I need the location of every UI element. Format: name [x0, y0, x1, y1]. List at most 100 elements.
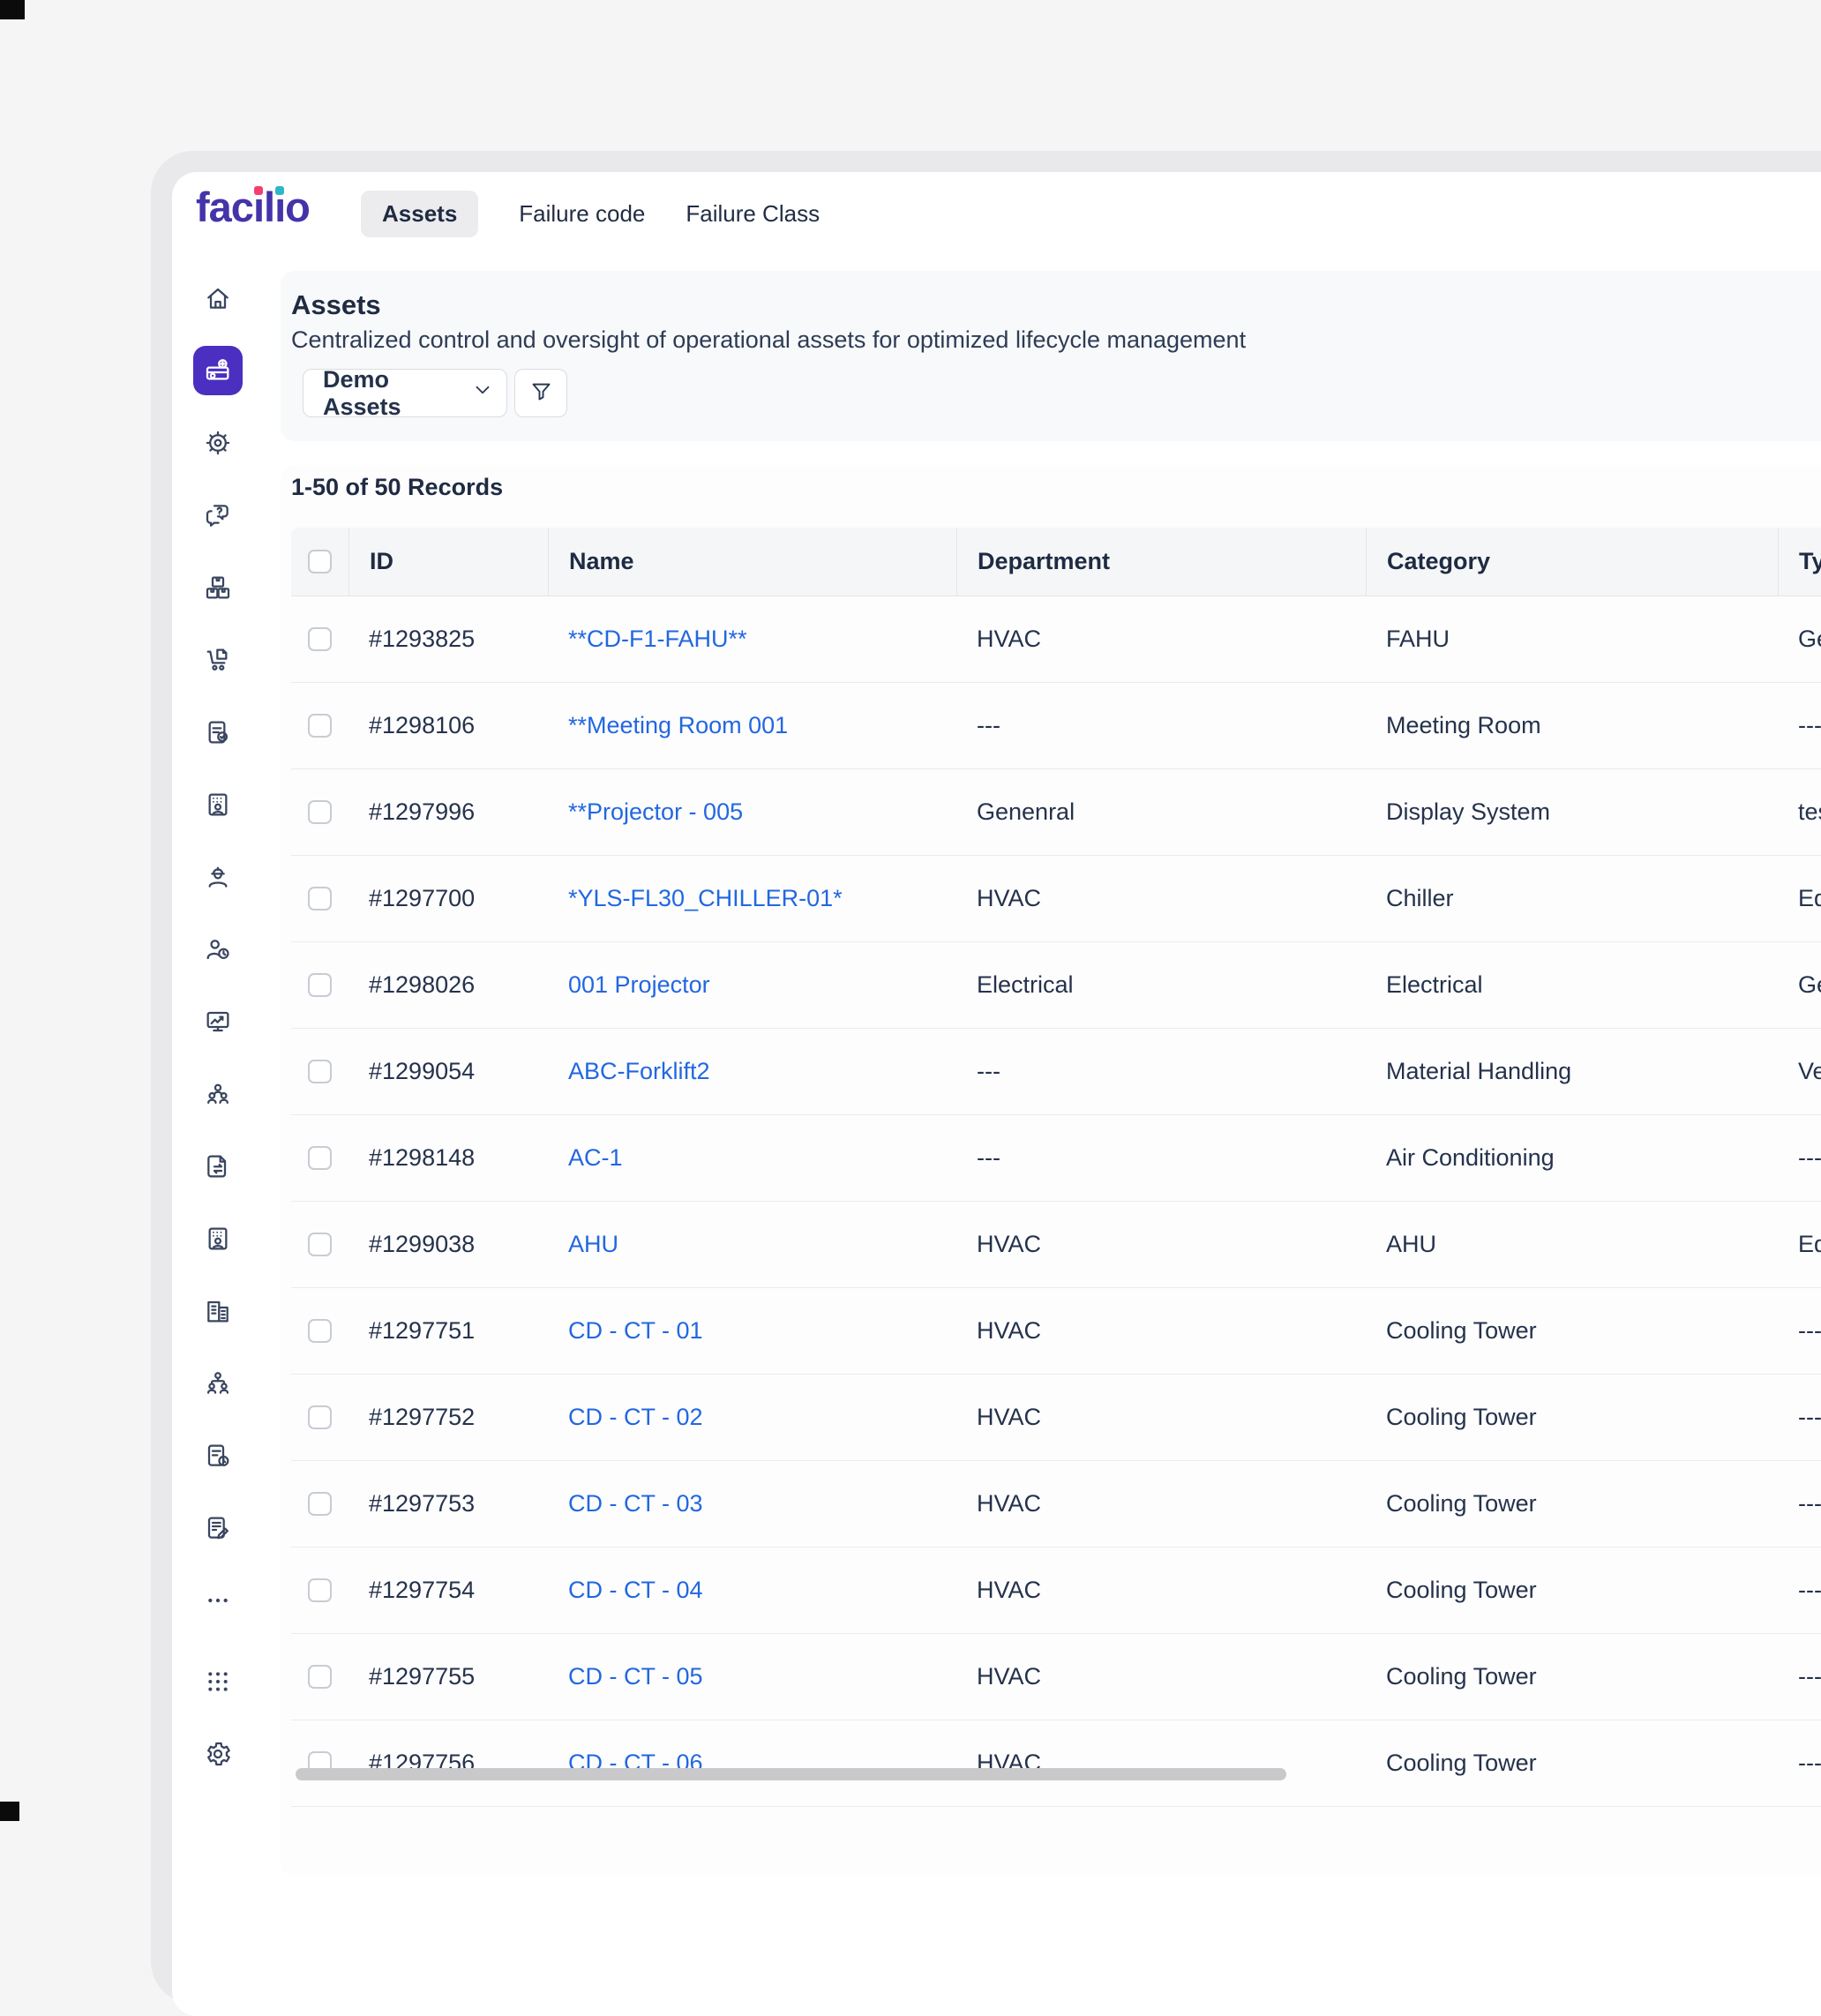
row-checkbox[interactable] — [308, 1578, 332, 1602]
sidebar-item-maintenance[interactable] — [172, 407, 264, 479]
sidebar-item-portfolio[interactable] — [172, 1275, 264, 1347]
asset-name-link[interactable]: CD - CT - 04 — [568, 1577, 703, 1604]
table-row[interactable]: #1297751CD - CT - 01HVACCooling Tower--- — [291, 1288, 1821, 1375]
asset-name-link[interactable]: **CD-F1-FAHU** — [568, 626, 747, 653]
row-checkbox[interactable] — [308, 973, 332, 997]
sidebar-item-transfers[interactable] — [172, 1130, 264, 1203]
horizontal-scrollbar-thumb[interactable] — [296, 1768, 1286, 1780]
row-checkbox[interactable] — [308, 1665, 332, 1689]
filter-button[interactable] — [514, 369, 567, 417]
cell-id: #1299038 — [348, 1202, 548, 1287]
assets-header-panel — [281, 271, 1821, 441]
table-row[interactable]: #1298148AC-1---Air Conditioning--- — [291, 1115, 1821, 1202]
cell-category: Air Conditioning — [1366, 1115, 1778, 1201]
cell-department: HVAC — [956, 1548, 1366, 1633]
cell-department: --- — [956, 1029, 1366, 1114]
tab-assets[interactable]: Assets — [361, 191, 478, 237]
sidebar-item-notes[interactable] — [172, 1492, 264, 1564]
sidebar-item-more[interactable] — [172, 1564, 264, 1637]
asset-name-link[interactable]: *YLS-FL30_CHILLER-01* — [568, 885, 843, 912]
cell-name: AC-1 — [548, 1115, 956, 1201]
row-checkbox-cell — [291, 856, 348, 941]
app-logo: facılıo — [196, 181, 310, 234]
asset-name-link[interactable]: CD - CT - 01 — [568, 1317, 703, 1345]
table-row[interactable]: #1299054ABC-Forklift2---Material Handlin… — [291, 1029, 1821, 1115]
document-edit-icon — [193, 1503, 243, 1553]
sidebar-item-apps[interactable] — [172, 1645, 264, 1718]
asset-name-link[interactable]: CD - CT - 05 — [568, 1663, 703, 1690]
sidebar-item-assets[interactable] — [172, 334, 264, 407]
asset-name-link[interactable]: AHU — [568, 1231, 618, 1258]
asset-name-link[interactable]: CD - CT - 02 — [568, 1404, 703, 1431]
cell-name: CD - CT - 03 — [548, 1461, 956, 1547]
row-checkbox[interactable] — [308, 1492, 332, 1516]
sidebar-item-workforce[interactable] — [172, 841, 264, 913]
sidebar-item-procurement[interactable] — [172, 624, 264, 696]
table-row[interactable]: #1298106**Meeting Room 001---Meeting Roo… — [291, 683, 1821, 769]
row-checkbox[interactable] — [308, 1319, 332, 1343]
row-checkbox[interactable] — [308, 1405, 332, 1429]
row-checkbox[interactable] — [308, 1146, 332, 1170]
table-row[interactable]: #1297755CD - CT - 05HVACCooling Tower--- — [291, 1634, 1821, 1720]
asset-name-link[interactable]: **Meeting Room 001 — [568, 712, 788, 739]
sidebar-item-attendance[interactable] — [172, 913, 264, 986]
cell-type: Ge — [1778, 942, 1821, 1028]
view-selector-button[interactable]: Demo Assets — [303, 369, 507, 417]
table-row[interactable]: #1297752CD - CT - 02HVACCooling Tower--- — [291, 1375, 1821, 1461]
table-row[interactable]: #1299038AHUHVACAHUEq — [291, 1202, 1821, 1288]
sidebar-item-inventory[interactable] — [172, 551, 264, 624]
worker-helmet-icon — [193, 852, 243, 902]
cell-name: *YLS-FL30_CHILLER-01* — [548, 856, 956, 941]
sidebar-item-dashboards[interactable] — [172, 986, 264, 1058]
view-selector-label: Demo Assets — [323, 366, 471, 421]
asset-name-link[interactable]: 001 Projector — [568, 971, 710, 999]
sidebar-item-inspections[interactable] — [172, 696, 264, 768]
table-row[interactable]: #1297756CD - CT - 06HVACCooling Tower--- — [291, 1720, 1821, 1807]
sidebar-nav — [172, 262, 264, 1790]
asset-name-link[interactable]: **Projector - 005 — [568, 798, 743, 826]
table-row[interactable]: #1297753CD - CT - 03HVACCooling Tower--- — [291, 1461, 1821, 1548]
table-row[interactable]: #1297754CD - CT - 04HVACCooling Tower--- — [291, 1548, 1821, 1634]
sidebar-item-hierarchy[interactable] — [172, 1347, 264, 1420]
sidebar-item-visitors[interactable] — [172, 768, 264, 841]
apps-grid-icon — [193, 1657, 243, 1706]
select-all-checkbox[interactable] — [308, 550, 332, 573]
cell-name: 001 Projector — [548, 942, 956, 1028]
row-checkbox[interactable] — [308, 1060, 332, 1083]
table-row[interactable]: #1298026001 ProjectorElectricalElectrica… — [291, 942, 1821, 1029]
column-header-id[interactable]: ID — [348, 528, 548, 596]
sidebar-item-history[interactable] — [172, 1420, 264, 1492]
tab-failure-code[interactable]: Failure code — [519, 191, 645, 237]
cell-department: Electrical — [956, 942, 1366, 1028]
row-checkbox[interactable] — [308, 714, 332, 738]
asset-name-link[interactable]: ABC-Forklift2 — [568, 1058, 710, 1085]
sidebar-item-teams[interactable] — [172, 1058, 264, 1130]
cell-department: HVAC — [956, 1720, 1366, 1806]
sidebar-item-home[interactable] — [172, 262, 264, 334]
row-checkbox[interactable] — [308, 887, 332, 911]
page-subtitle: Centralized control and oversight of ope… — [291, 326, 1246, 354]
row-checkbox[interactable] — [308, 1233, 332, 1256]
header-checkbox-cell — [291, 528, 348, 596]
column-header-department[interactable]: Department — [956, 528, 1366, 596]
cell-category: Cooling Tower — [1366, 1375, 1778, 1460]
table-row[interactable]: #1297996**Projector - 005GenenralDisplay… — [291, 769, 1821, 856]
monitor-chart-icon — [193, 997, 243, 1046]
cell-id: #1297752 — [348, 1375, 548, 1460]
sidebar-item-space[interactable] — [172, 1203, 264, 1275]
row-checkbox[interactable] — [308, 800, 332, 824]
column-header-category[interactable]: Category — [1366, 528, 1778, 596]
sidebar-item-help-desk[interactable] — [172, 479, 264, 551]
column-header-name[interactable]: Name — [548, 528, 956, 596]
column-header-type[interactable]: Ty — [1778, 528, 1821, 596]
cell-category: Meeting Room — [1366, 683, 1778, 768]
asset-name-link[interactable]: CD - CT - 03 — [568, 1490, 703, 1518]
table-row[interactable]: #1293825**CD-F1-FAHU**HVACFAHUGe — [291, 596, 1821, 683]
table-row[interactable]: #1297700*YLS-FL30_CHILLER-01*HVACChiller… — [291, 856, 1821, 942]
row-checkbox-cell — [291, 596, 348, 682]
sidebar-item-settings[interactable] — [172, 1718, 264, 1790]
tab-failure-class[interactable]: Failure Class — [686, 191, 820, 237]
cell-name: **Meeting Room 001 — [548, 683, 956, 768]
asset-name-link[interactable]: AC-1 — [568, 1144, 623, 1172]
row-checkbox[interactable] — [308, 627, 332, 651]
